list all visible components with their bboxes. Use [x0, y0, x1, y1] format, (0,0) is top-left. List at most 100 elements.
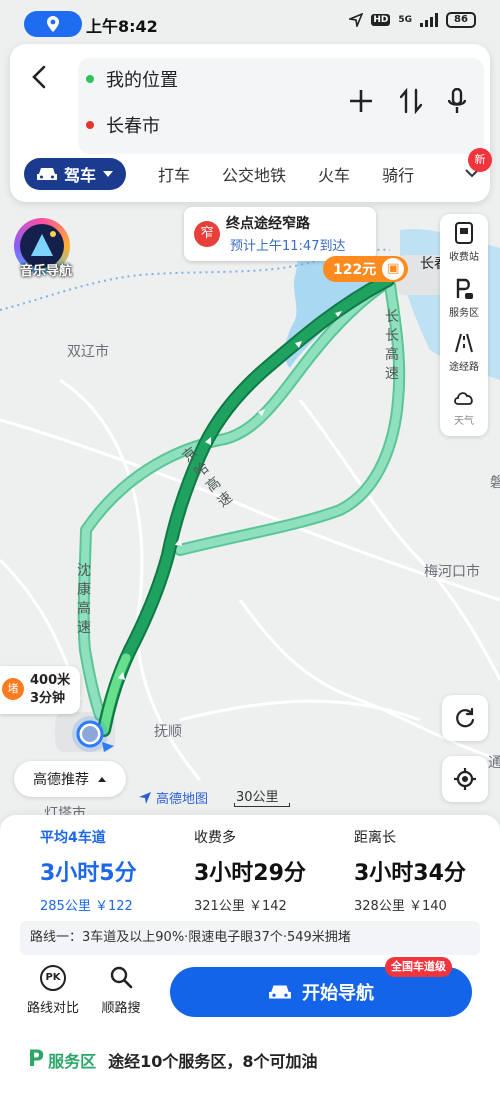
map-logo-text: 高德地图	[156, 792, 209, 807]
tool-label: 服务区	[449, 308, 479, 319]
route-time: 3小时29分	[194, 861, 306, 886]
route-meta: 285公里 ￥122	[40, 899, 133, 914]
music-navigation-button[interactable]: 音乐导航	[8, 214, 84, 286]
origin-dot-icon	[86, 75, 94, 83]
tool-toll-station[interactable]: 收费站	[440, 222, 488, 263]
search-along-label: 顺路搜	[101, 1001, 141, 1016]
narrow-road-title: 终点途经窄路	[226, 216, 310, 232]
microphone-icon[interactable]	[448, 88, 466, 114]
tab-drive-label: 驾车	[64, 166, 97, 185]
route-compare-button[interactable]: PK 路线对比	[18, 965, 88, 1016]
narrow-road-alert[interactable]: 窄 终点途经窄路 预计上午11:47到达	[184, 207, 376, 261]
add-waypoint-icon[interactable]	[348, 88, 374, 114]
start-navigation-label: 开始导航	[302, 983, 374, 1004]
destination-dot-icon	[86, 121, 94, 129]
route-option-3[interactable]: 距离长 3小时34分 328公里 ￥140	[354, 827, 500, 914]
tool-via-road[interactable]: 途经路	[440, 332, 488, 373]
recommend-dropdown[interactable]: 高德推荐	[14, 761, 126, 797]
jam-info: 400米 3分钟	[30, 672, 70, 708]
pk-icon: PK	[40, 965, 66, 991]
network-type: 5G	[398, 14, 412, 25]
back-button[interactable]	[24, 62, 54, 92]
status-bar: 上午8:42 HD 5G 86	[0, 0, 500, 46]
route-time: 3小时34分	[354, 861, 466, 886]
place-label: 磐	[490, 475, 500, 491]
route-search-card: 我的位置 长春市 驾车 打车 公交地铁 火车 骑行 新	[10, 44, 492, 202]
tool-label: 途经路	[449, 362, 479, 373]
toll-station-icon: ▣	[382, 258, 405, 280]
route-time: 3小时5分	[40, 861, 137, 886]
service-area-info[interactable]: P 服务区 途经10个服务区，8个可加油	[28, 1047, 318, 1072]
tab-cycling[interactable]: 骑行	[382, 162, 414, 186]
tab-train[interactable]: 火车	[318, 162, 350, 186]
eta-text: 预计上午11:47到达	[230, 239, 346, 254]
road-label: 沈康高速	[77, 563, 91, 636]
signal-icon	[420, 13, 438, 27]
route-tag: 收费多	[194, 830, 236, 846]
start-navigation-button[interactable]: 开始导航 全国车道级	[170, 957, 472, 1017]
origin-avatar	[82, 726, 98, 742]
locate-icon	[454, 768, 476, 790]
traffic-jam-card[interactable]: 堵 400米 3分钟	[0, 666, 80, 714]
route-option-1[interactable]: 平均4车道 3小时5分 285公里 ￥122	[40, 827, 200, 914]
via-road-icon	[440, 332, 488, 358]
route-tag: 平均4车道	[40, 830, 106, 846]
more-modes-button[interactable]: 新	[460, 148, 492, 186]
toll-fee-pin[interactable]: 122元 ▣	[323, 256, 409, 282]
car-icon	[269, 985, 291, 999]
map-logo: 高德地图	[138, 788, 208, 807]
amap-logo-icon	[139, 791, 151, 804]
place-label: 通	[488, 755, 500, 771]
back-arrow-icon	[32, 65, 46, 89]
map-scale-bar	[234, 803, 290, 807]
jam-distance: 400米	[30, 673, 71, 688]
route-compare-label: 路线对比	[26, 1001, 79, 1016]
parking-icon: P	[28, 1047, 45, 1072]
jam-icon: 堵	[2, 678, 24, 700]
destination-text: 长春市	[106, 116, 160, 137]
service-area-icon	[440, 278, 488, 304]
swap-icon[interactable]	[400, 88, 422, 114]
place-label: 抚顺	[154, 724, 182, 740]
address-actions	[348, 88, 466, 114]
music-nav-label: 音乐导航	[19, 264, 72, 279]
status-icons: HD 5G 86	[349, 12, 476, 28]
toll-fee-text: 122元	[333, 262, 377, 278]
navigation-arrow-icon	[349, 13, 364, 27]
tab-taxi[interactable]: 打车	[158, 162, 190, 186]
address-inputs: 我的位置 长春市	[78, 58, 484, 154]
tool-service-area[interactable]: 服务区	[440, 278, 488, 319]
route-meta: 321公里 ￥142	[194, 899, 287, 914]
car-icon	[37, 168, 57, 180]
hd-badge: HD	[371, 14, 391, 26]
tab-drive[interactable]: 驾车	[24, 158, 127, 190]
refresh-route-button[interactable]	[442, 695, 488, 741]
toll-station-icon	[440, 222, 488, 248]
route-tag: 距离长	[354, 830, 396, 846]
route-meta: 328公里 ￥140	[354, 899, 447, 914]
search-along-button[interactable]: 顺路搜	[86, 965, 156, 1016]
status-time: 上午8:42	[86, 17, 158, 36]
route-bottom-sheet: 平均4车道 3小时5分 285公里 ￥122 收费多 3小时29分 321公里 …	[0, 815, 500, 1098]
destination-field[interactable]: 长春市	[86, 110, 160, 140]
map-tools-panel: 收费站 服务区 途经路 天气	[440, 214, 488, 436]
place-label: 梅河口市	[424, 564, 480, 580]
search-icon	[108, 965, 134, 991]
service-area-text: 途经10个服务区，8个可加油	[108, 1051, 318, 1071]
travel-mode-tabs: 驾车 打车 公交地铁 火车 骑行 新	[24, 148, 492, 190]
recommend-label: 高德推荐	[33, 772, 89, 788]
locate-me-button[interactable]	[442, 756, 488, 802]
route-option-2[interactable]: 收费多 3小时29分 321公里 ￥142	[194, 827, 354, 914]
location-indicator	[24, 11, 82, 37]
origin-text: 我的位置	[106, 70, 178, 91]
tool-weather[interactable]: 天气	[440, 386, 488, 427]
refresh-icon	[456, 707, 475, 728]
place-label: 双辽市	[67, 344, 109, 360]
lane-level-badge: 全国车道级	[385, 957, 452, 977]
caret-up-icon	[98, 776, 106, 782]
location-pin-icon	[47, 16, 59, 32]
tab-transit[interactable]: 公交地铁	[222, 162, 286, 186]
route-description: 路线一：3车道及以上90%·限速电子眼37个·549米拥堵	[20, 921, 480, 955]
chevron-down-icon	[103, 171, 114, 177]
origin-field[interactable]: 我的位置	[86, 64, 178, 94]
